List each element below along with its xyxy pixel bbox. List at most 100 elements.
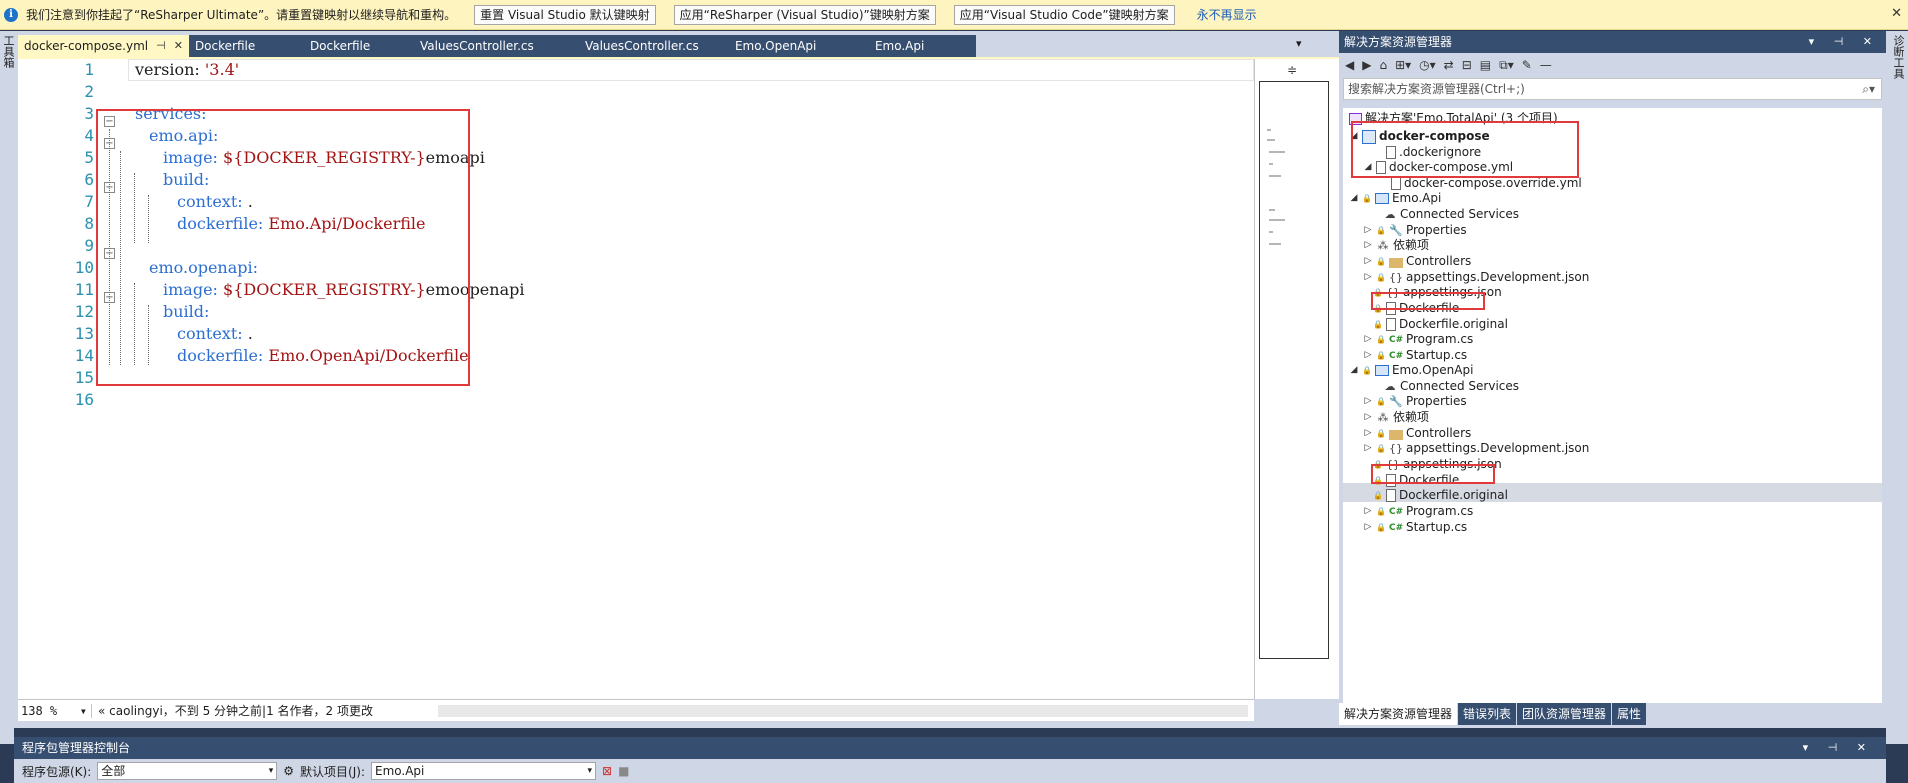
toolbox-strip[interactable]: 工具箱 [0, 31, 15, 744]
clear-console-icon[interactable]: ⊠ [602, 764, 612, 778]
minimap-line [1267, 139, 1275, 141]
tab-overflow-icon[interactable]: ▾ [1296, 37, 1302, 50]
code-token: version: [135, 60, 200, 79]
show-all-files-icon[interactable]: ▤ [1480, 58, 1491, 72]
properties-icon[interactable]: ✎ [1522, 58, 1532, 72]
split-icon[interactable]: ≑ [1287, 63, 1297, 77]
zoom-select[interactable]: 138 % ▾ [18, 703, 92, 718]
reset-keymap-button[interactable]: 重置 Visual Studio 默认键映射 [474, 4, 656, 25]
package-source-value: 全部 [101, 764, 126, 778]
editor-area: docker-compose.yml ⊣ ✕ Dockerfile Docker… [14, 31, 1339, 728]
lock-icon: 🔒 [1376, 523, 1386, 532]
project-icon [1374, 193, 1389, 204]
home-icon[interactable]: ⌂ [1379, 58, 1387, 72]
line-number: 11 [74, 280, 94, 299]
pin-icon[interactable]: ⊣ [156, 35, 166, 57]
package-manager-console: 程序包管理器控制台 ▾ ⊣ ✕ 程序包源(K): 全部 ▾ ⚙ 默认项目(J): … [14, 737, 1886, 783]
line-number: 4 [84, 126, 94, 145]
switch-views-icon[interactable]: ⊞▾ [1395, 58, 1411, 72]
stop-icon[interactable]: ■ [618, 764, 629, 778]
close-icon[interactable]: ✕ [1891, 6, 1902, 21]
forward-icon[interactable]: ▶ [1362, 58, 1371, 72]
tab-error-list[interactable]: 错误列表 [1458, 703, 1518, 725]
collapsed-arrow-icon[interactable]: ▷ [1363, 518, 1373, 537]
line-number: 2 [84, 82, 94, 101]
editor-status-bar: 138 % ▾ « caolingyi，不到 5 分钟之前|1 名作者，2 项更改 [18, 699, 1254, 721]
highlight-box [1351, 121, 1579, 178]
minimap-viewport[interactable] [1259, 81, 1329, 659]
package-source-select[interactable]: 全部 ▾ [97, 762, 278, 780]
highlight-box [1371, 292, 1485, 310]
window-controls[interactable]: ▾ ⊣ ✕ [1803, 737, 1874, 759]
minimap-line [1269, 163, 1273, 165]
minimap[interactable]: ≑ [1254, 59, 1339, 699]
solution-search-input[interactable]: 搜索解决方案资源管理器(Ctrl+;) ⌕▾ [1343, 78, 1882, 100]
minimap-line [1269, 219, 1285, 221]
collapsed-arrow-icon[interactable]: ▷ [1363, 439, 1373, 458]
horizontal-scrollbar[interactable] [438, 705, 1248, 717]
package-manager-toolbar: 程序包源(K): 全部 ▾ ⚙ 默认项目(J): Emo.Api ▾ ⊠ ■ [14, 759, 1886, 783]
default-project-label: 默认项目(J): [300, 764, 365, 779]
sync-icon[interactable]: ⇄ [1444, 58, 1454, 72]
tab-emo-openapi[interactable]: Emo.OpenApi [729, 35, 869, 57]
chevron-down-icon: ▾ [268, 766, 274, 776]
tab-properties[interactable]: 属性 [1612, 703, 1648, 725]
tab-values-controller[interactable]: ValuesController.cs [579, 35, 729, 57]
minimize-icon[interactable]: — [1540, 58, 1552, 72]
expanded-arrow-icon[interactable]: ◢ [1349, 189, 1359, 208]
package-manager-title-text: 程序包管理器控制台 [22, 741, 131, 755]
tab-docker-compose-yml[interactable]: docker-compose.yml ⊣ ✕ [18, 35, 189, 57]
package-manager-title: 程序包管理器控制台 ▾ ⊣ ✕ [14, 737, 1886, 759]
code-line-1: version: '3.4' [135, 59, 524, 81]
search-icon[interactable]: ⌕▾ [1862, 79, 1875, 99]
minimap-line [1269, 231, 1273, 233]
chevron-down-icon: ▾ [587, 766, 592, 776]
diagnostic-tools-strip[interactable]: 诊断工具 [1886, 31, 1908, 744]
code-editor[interactable]: 1 2 3 4 5 6 7 8 9 10 11 12 13 14 15 16 −… [18, 59, 1254, 699]
default-project-value: Emo.Api [375, 764, 425, 778]
line-number: 5 [84, 148, 94, 167]
line-number: 1 [84, 60, 94, 79]
solution-explorer: 解决方案资源管理器 ▾ ⊣ ✕ ◀ ▶ ⌂ ⊞▾ ◷▾ ⇄ ⊟ ▤ ⧉▾ ✎ —… [1339, 31, 1886, 728]
never-show-again-link[interactable]: 永不再显示 [1197, 6, 1257, 23]
infobar: i 我们注意到你挂起了“ReSharper Ultimate”。请重置键映射以继… [0, 0, 1908, 30]
code-token: '3.4' [199, 60, 240, 79]
tab-values-controller[interactable]: ValuesController.cs [414, 35, 579, 57]
apply-resharper-keymap-button[interactable]: 应用“ReSharper (Visual Studio)”键映射方案 [673, 4, 936, 25]
wrench-icon: 🔧 [1389, 394, 1403, 408]
lock-icon: 🔒 [1362, 194, 1372, 203]
line-number: 16 [74, 390, 94, 409]
close-tab-icon[interactable]: ✕ [174, 35, 183, 57]
tab-team-explorer[interactable]: 团队资源管理器 [1517, 703, 1613, 725]
tab-solution-explorer[interactable]: 解决方案资源管理器 [1339, 703, 1459, 725]
zoom-value: 138 % [21, 703, 58, 718]
tab-dockerfile[interactable]: Dockerfile [189, 35, 304, 57]
collapsed-arrow-icon[interactable]: ▷ [1363, 268, 1373, 287]
line-number: 13 [74, 324, 94, 343]
search-placeholder: 搜索解决方案资源管理器(Ctrl+;) [1348, 82, 1525, 96]
default-project-select[interactable]: Emo.Api ▾ [371, 762, 596, 780]
info-icon: i [4, 7, 18, 22]
preview-icon[interactable]: ⧉▾ [1499, 58, 1514, 73]
codelens-git-info[interactable]: « caolingyi，不到 5 分钟之前|1 名作者，2 项更改 [92, 702, 373, 719]
settings-gear-icon[interactable]: ⚙ [283, 764, 294, 778]
tab-emo-api[interactable]: Emo.Api [869, 35, 964, 57]
solution-explorer-title-text: 解决方案资源管理器 [1344, 35, 1453, 49]
collapse-all-icon[interactable]: ⊟ [1462, 58, 1472, 72]
infobar-message: 我们注意到你挂起了“ReSharper Ultimate”。请重置键映射以继续导… [26, 8, 457, 22]
lock-icon: 🔒 [1362, 366, 1372, 375]
tree-item[interactable]: ▷ 🔒 C# Startup.cs [1363, 518, 1468, 537]
tab-dockerfile[interactable]: Dockerfile [304, 35, 414, 57]
back-icon[interactable]: ◀ [1345, 58, 1354, 72]
folder-icon [1388, 429, 1403, 440]
project-icon [1374, 365, 1389, 376]
solution-tree: 解决方案'Emo.TotalApi' (3 个项目) ◢ docker-comp… [1343, 108, 1882, 703]
expanded-arrow-icon[interactable]: ◢ [1349, 361, 1359, 380]
history-icon[interactable]: ◷▾ [1419, 58, 1436, 72]
apply-vscode-keymap-button[interactable]: 应用“Visual Studio Code”键映射方案 [953, 4, 1175, 25]
window-controls[interactable]: ▾ ⊣ ✕ [1809, 31, 1880, 53]
diagnostic-tools-label[interactable]: 诊断工具 [1890, 31, 1906, 79]
tab-label: docker-compose.yml [24, 39, 149, 53]
